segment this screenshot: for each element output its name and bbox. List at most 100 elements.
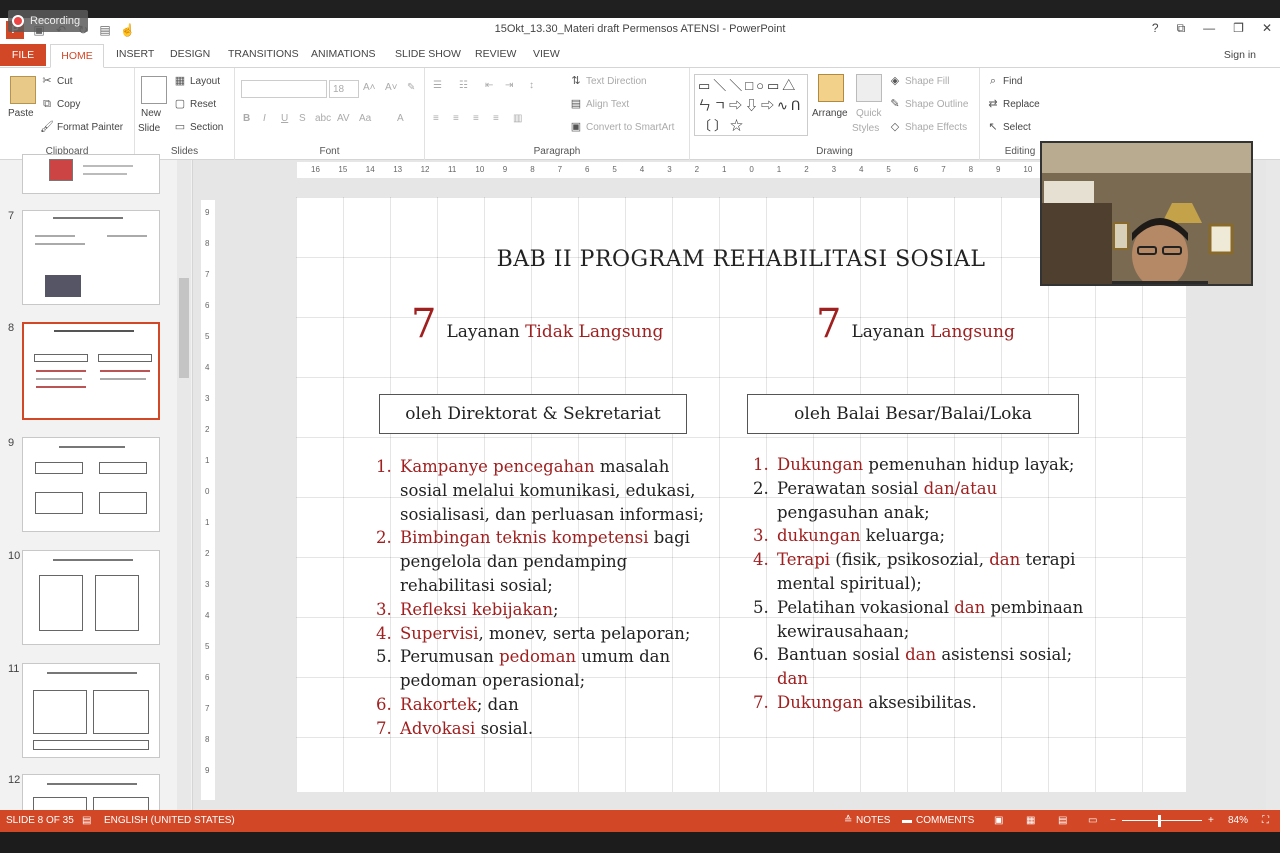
tab-file[interactable]: FILE (0, 44, 46, 66)
zoom-out-icon[interactable]: − (1110, 815, 1116, 826)
font-size-field[interactable]: 18 (329, 80, 359, 98)
left-list-item[interactable]: 4. Supervisi, monev, serta pelaporan; (376, 622, 706, 646)
tab-insert[interactable]: INSERT (116, 48, 154, 60)
replace-button[interactable]: ⇄ Replace (986, 97, 1039, 111)
tab-transitions[interactable]: TRANSITIONS (228, 48, 299, 60)
left-list-item[interactable]: 1. Kampanye pencegahan masalah sosial mel… (376, 455, 706, 526)
columns-icon[interactable]: ▥ (513, 113, 522, 124)
font-color-icon[interactable]: A (397, 113, 404, 124)
select-button[interactable]: ↖ Select (986, 120, 1030, 134)
slide-thumbnail-6[interactable] (22, 154, 160, 194)
layout-button[interactable]: ▦ Layout (173, 74, 220, 88)
convert-smartart-button[interactable]: ▣ Convert to SmartArt (569, 120, 675, 134)
font-name-field[interactable] (241, 80, 327, 98)
right-list-item[interactable]: 6. Bantuan sosial dan asistensi sosial; d… (753, 643, 1093, 691)
tab-review[interactable]: REVIEW (475, 48, 516, 60)
left-list[interactable]: 1. Kampanye pencegahan masalah sosial mel… (376, 455, 706, 741)
zoom-slider-thumb[interactable] (1158, 815, 1161, 827)
text-direction-button[interactable]: ⇅ Text Direction (569, 74, 646, 88)
arrange-icon[interactable] (818, 74, 844, 102)
align-center-icon[interactable]: ≡ (453, 113, 459, 124)
shape-outline-button[interactable]: ✎ Shape Outline (888, 97, 968, 111)
slide-thumbnail-9[interactable] (22, 437, 160, 532)
editor-scrollbar[interactable] (1266, 160, 1280, 810)
numbering-icon[interactable]: ☷ (459, 80, 468, 91)
quick-styles-button-line2[interactable]: Styles (852, 123, 879, 134)
shapes-gallery[interactable]: ▭＼＼□○▭△ㄣㄱ⇨⇩⇨∿ᑎ〔〕☆ (694, 74, 808, 136)
shrink-font-icon[interactable]: A˅ (385, 82, 398, 93)
right-list-item[interactable]: 3. dukungan keluarga; (753, 524, 1093, 548)
justify-icon[interactable]: ≡ (493, 113, 499, 124)
shadow-icon[interactable]: S (299, 113, 306, 124)
section-button[interactable]: ▭ Section (173, 120, 224, 134)
notes-button[interactable]: NOTES (856, 815, 890, 826)
minimize-icon[interactable]: — (1203, 21, 1215, 36)
thumbnails-scroll-thumb[interactable] (179, 278, 189, 378)
left-header-box[interactable]: oleh Direktorat & Sekretariat (379, 394, 687, 434)
slide-sorter-icon[interactable]: ▦ (1026, 815, 1035, 826)
new-slide-button-line2[interactable]: Slide (138, 123, 160, 134)
slide-thumbnail-11[interactable] (22, 663, 160, 758)
fit-slide-icon[interactable]: ⛶ (1262, 815, 1269, 826)
left-list-item[interactable]: 7. Advokasi sosial. (376, 717, 706, 741)
left-list-item[interactable]: 2. Bimbingan teknis kompetensi bagi penge… (376, 526, 706, 597)
comments-button[interactable]: COMMENTS (916, 815, 974, 826)
right-list[interactable]: 1. Dukungan pemenuhan hidup layak; 2. Peraw… (753, 453, 1093, 715)
reading-view-icon[interactable]: ▤ (1058, 815, 1067, 826)
right-header-box[interactable]: oleh Balai Besar/Balai/Loka (747, 394, 1079, 434)
line-spacing-icon[interactable]: ↕ (529, 80, 534, 91)
thumbnails-scrollbar[interactable] (177, 160, 191, 810)
ribbon-display-options-icon[interactable]: ⧉ (1177, 21, 1186, 36)
slideshow-icon[interactable]: ▭ (1088, 815, 1097, 826)
new-slide-button[interactable]: New (141, 108, 161, 119)
right-list-item[interactable]: 7. Dukungan aksesibilitas. (753, 691, 1093, 715)
format-painter-button[interactable]: 🖌 Format Painter (40, 120, 123, 134)
tab-slide-show[interactable]: SLIDE SHOW (395, 48, 461, 60)
change-case-icon[interactable]: Aa (359, 113, 371, 124)
underline-icon[interactable]: U (281, 113, 288, 124)
sign-in-link[interactable]: Sign in (1224, 49, 1256, 61)
strikethrough-icon[interactable]: abc (315, 113, 331, 124)
tab-home[interactable]: HOME (50, 44, 104, 68)
find-button[interactable]: ⌕ Find (986, 74, 1023, 88)
normal-view-icon[interactable]: ▣ (994, 815, 1003, 826)
zoom-level[interactable]: 84% (1228, 815, 1248, 826)
zoom-in-icon[interactable]: + (1208, 815, 1214, 826)
reset-button[interactable]: ▢ Reset (173, 97, 216, 111)
help-icon[interactable]: ? (1152, 21, 1159, 36)
tab-animations[interactable]: ANIMATIONS (311, 48, 376, 60)
slide-thumbnail-8-selected[interactable] (22, 322, 160, 420)
decrease-indent-icon[interactable]: ⇤ (485, 80, 493, 91)
shape-fill-button[interactable]: ◈ Shape Fill (888, 74, 950, 88)
left-heading[interactable]: 7 Layanan Tidak Langsung (411, 301, 663, 347)
tab-design[interactable]: DESIGN (170, 48, 210, 60)
spelling-icon[interactable]: ▤ (82, 815, 91, 826)
align-left-icon[interactable]: ≡ (433, 113, 439, 124)
restore-icon[interactable]: ❐ (1233, 21, 1244, 36)
right-list-item[interactable]: 5. Pelatihan vokasional dan pembinaan kew… (753, 596, 1093, 644)
right-list-item[interactable]: 4. Terapi (fisik, psikosozial, dan terapi… (753, 548, 1093, 596)
recording-indicator[interactable]: Recording (8, 10, 89, 32)
character-spacing-icon[interactable]: AV (337, 113, 350, 124)
shape-effects-button[interactable]: ◇ Shape Effects (888, 120, 967, 134)
grow-font-icon[interactable]: A˄ (363, 82, 376, 93)
paste-icon[interactable] (10, 76, 36, 104)
paste-button[interactable]: Paste (8, 108, 34, 119)
cut-button[interactable]: ✂ Cut (40, 74, 72, 88)
bold-icon[interactable]: B (243, 113, 250, 124)
webcam-video[interactable] (1040, 141, 1253, 286)
close-icon[interactable]: ✕ (1262, 21, 1272, 36)
new-slide-icon[interactable] (141, 76, 167, 104)
quick-styles-button[interactable]: Quick (856, 108, 882, 119)
left-list-item[interactable]: 6. Rakortek; dan (376, 693, 706, 717)
left-list-item[interactable]: 5. Perumusan pedoman umum dan pedoman ope… (376, 645, 706, 693)
slide-thumbnail-12[interactable] (22, 774, 160, 814)
right-list-item[interactable]: 1. Dukungan pemenuhan hidup layak; (753, 453, 1093, 477)
align-text-button[interactable]: ▤ Align Text (569, 97, 629, 111)
align-right-icon[interactable]: ≡ (473, 113, 479, 124)
slide-thumbnail-10[interactable] (22, 550, 160, 645)
clear-formatting-icon[interactable]: ✎ (407, 82, 415, 93)
copy-button[interactable]: ⧉ Copy (40, 97, 80, 111)
slide-thumbnail-7[interactable] (22, 210, 160, 305)
zoom-slider-track[interactable] (1122, 820, 1202, 821)
